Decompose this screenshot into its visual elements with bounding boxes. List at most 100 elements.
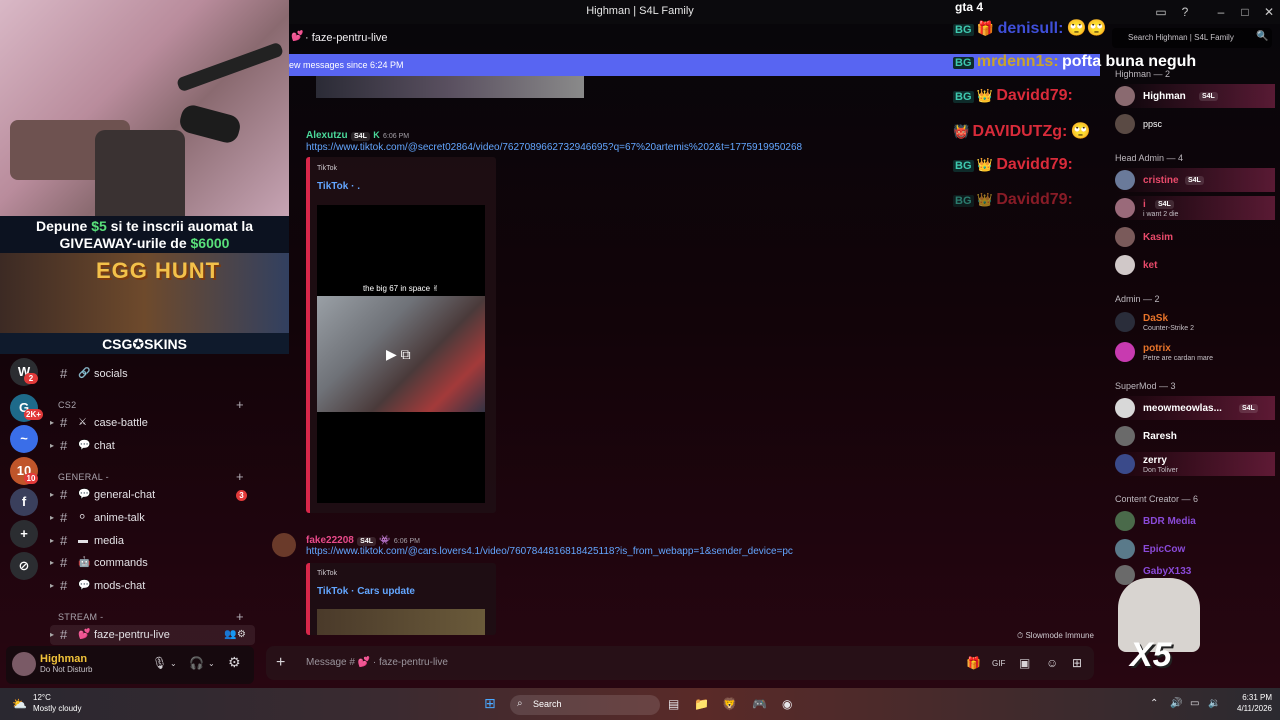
member-item[interactable]: Raresh [1115,424,1275,448]
user-name[interactable]: Highman [40,653,87,665]
member-status: Don Toliver [1143,467,1178,474]
chevron-right-icon: ▸ [50,581,55,590]
channel-commands[interactable]: ▸ # 🤖 commands [50,553,255,573]
channel-socials[interactable]: # 🔗 socials [50,364,255,384]
avatar[interactable] [12,652,36,676]
member-item[interactable]: ket [1115,253,1275,277]
member-item[interactable]: EpicCow [1115,537,1275,561]
webcam-overlay [0,0,289,216]
channel-settings-icon[interactable]: ⚙ [237,629,246,640]
channel-mods-chat[interactable]: ▸ # 💬 mods-chat [50,576,255,596]
emoji-icon[interactable]: ☺ [1046,656,1058,670]
channel-general-chat[interactable]: ▸ # 💬 general-chat [50,485,255,505]
message-author[interactable]: fake22208 [306,535,354,546]
embed-title[interactable]: TikTok · . [317,181,360,192]
channel-case-battle[interactable]: ▸ # ⚔ case-battle [50,413,255,433]
clock-date[interactable]: 4/11/2026 [1225,704,1272,713]
add-channel-button[interactable]: + [236,469,244,484]
member-item[interactable]: cristine S4L [1115,168,1275,192]
hash-icon: # [60,487,68,502]
discord-icon[interactable]: 🎮 [752,697,767,711]
message-link[interactable]: https://www.tiktok.com/@cars.lovers4.1/v… [306,546,793,557]
channel-media[interactable]: ▸ # ▬ media [50,531,255,551]
member-item[interactable]: i S4L i want 2 die [1115,196,1275,220]
category-cs2[interactable]: CS2 [58,400,76,410]
apps-icon[interactable]: ⊞ [1072,656,1082,670]
message-link[interactable]: https://www.tiktok.com/@secret02864/vide… [306,142,802,153]
stream-chat-line: BG 👑 Davidd79: [953,191,1073,209]
embed-title[interactable]: TikTok · Cars update [317,586,415,597]
chevron-down-icon[interactable]: ⌄ [208,659,215,668]
weather-temperature[interactable]: 12°C [33,693,51,702]
chrome-icon[interactable]: ◉ [782,697,792,711]
add-channel-button[interactable]: + [236,609,244,624]
member-item[interactable]: potrix Petre are cardan mare [1115,340,1275,364]
server-icon[interactable]: f [10,488,38,516]
stream-chat-user: mrdenn1s: [976,53,1059,70]
server-tag: S4L [1155,200,1174,209]
file-explorer-icon[interactable]: 📁 [694,697,709,711]
server-tag: S4L [1185,176,1204,185]
previous-embed-thumbnail[interactable] [316,76,584,98]
chevron-up-icon[interactable]: ⌃ [1150,698,1158,709]
clock-time[interactable]: 6:31 PM [1230,693,1272,702]
category-stream[interactable]: STREAM - [58,612,103,622]
avatar[interactable] [272,533,296,557]
network-icon[interactable]: ▭ [1190,698,1199,709]
add-attachment-button[interactable]: + [276,654,285,672]
microphone-icon[interactable]: 🎙 [152,656,167,670]
member-item[interactable]: DaSk Counter-Strike 2 [1115,310,1275,334]
stream-chat-line: 👹 DAVIDUTZg: 🙄 [953,121,1091,141]
avatar [1115,454,1135,474]
chevron-down-icon[interactable]: ⌄ [170,659,177,668]
search-icon[interactable]: 🔍 [1256,31,1268,42]
promo-line-1: Depune $5 si te inscrii auomat la [35,218,254,234]
member-item[interactable]: Kasim [1115,225,1275,249]
invite-icon[interactable]: 👥 [224,629,236,640]
inbox-icon[interactable]: ▭ [1152,3,1170,21]
member-item[interactable]: BDR Media [1115,509,1275,533]
windows-start-icon[interactable]: ⊞ [484,695,496,712]
weather-condition[interactable]: Mostly cloudy [33,704,81,713]
channel-anime-talk[interactable]: ▸ # ⚪ anime-talk [50,508,255,528]
volume-icon[interactable]: 🔉 [1208,698,1220,709]
task-view-icon[interactable]: ▤ [668,697,679,711]
close-button[interactable]: ✕ [1260,3,1278,21]
member-item[interactable]: meowmeowlas... S4L [1115,396,1275,420]
member-item[interactable]: ppsc [1115,112,1275,136]
swords-icon: ⚔ [78,417,87,428]
discover-icon[interactable]: ⊘ [10,552,38,580]
server-tag: S4L [351,132,370,141]
member-name: ket [1143,260,1158,271]
channel-chat[interactable]: ▸ # 💬 chat [50,436,255,456]
weather-icon[interactable]: ⛅ [12,697,27,711]
maximize-button[interactable]: □ [1236,3,1254,21]
message-time: 6:06 PM [383,133,410,140]
speaker-icon[interactable]: 🔊 [1170,698,1182,709]
play-icon[interactable]: ▶ ⧉ [386,346,411,363]
server-icon[interactable]: ~ [10,425,38,453]
headphones-icon[interactable]: 🎧 [189,656,204,670]
stream-chat-line: BG 👑 Davidd79: [953,87,1073,105]
add-server-icon[interactable]: + [10,520,38,548]
minimize-button[interactable]: – [1212,3,1230,21]
member-name: BDR Media [1143,516,1196,527]
avatar [1115,86,1135,106]
stream-chat-user: DAVIDUTZg: [972,123,1068,140]
gift-icon[interactable]: 🎁 [966,656,981,670]
crown-icon: 👑 [976,192,994,207]
sticker-icon[interactable]: ▣ [1019,656,1030,670]
help-icon[interactable]: ? [1176,3,1194,21]
gif-icon[interactable]: GIF [992,659,1005,668]
member-item[interactable]: Highman S4L [1115,84,1275,108]
brave-icon[interactable]: 🦁 [722,697,737,711]
category-general[interactable]: GENERAL - [58,472,109,482]
add-channel-button[interactable]: + [236,397,244,412]
message-author[interactable]: Alexutzu [306,130,348,141]
member-item[interactable]: zerry Don Toliver [1115,452,1275,476]
message-header: fake22208 S4L 👾 6:06 PM [306,532,420,546]
embed-video[interactable] [317,609,485,635]
gear-icon[interactable]: ⚙ [228,654,241,671]
message-input[interactable]: Message # 💕 · faze-pentru-live [306,657,448,668]
avatar [1115,114,1135,134]
